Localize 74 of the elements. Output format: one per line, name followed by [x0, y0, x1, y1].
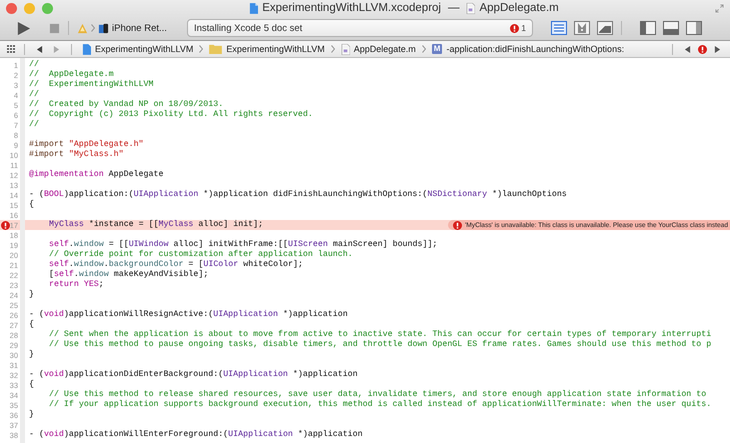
error-icon[interactable]	[698, 44, 707, 54]
breadcrumb-label: AppDelegate.m	[354, 44, 416, 54]
code-line: - (BOOL)application:(UIApplication *)application didFinishLaunchingWithOptions:(NSDictionary *)launchOptions	[29, 190, 567, 200]
next-issue-button[interactable]	[714, 46, 721, 52]
code-line: }	[29, 290, 34, 300]
breadcrumb[interactable]: M -application:didFinishLaunchingWithOptions:	[432, 44, 624, 54]
source-file-icon	[340, 44, 350, 54]
code-line: //	[29, 60, 39, 70]
code-line: //	[29, 120, 39, 130]
code-line: //	[29, 90, 39, 100]
project-file-icon	[82, 44, 91, 54]
device-icon	[98, 22, 109, 34]
code-line: return YES;	[48, 280, 104, 290]
error-icon	[510, 24, 520, 32]
code-line: MyClass *instance = [[MyClass alloc] init];	[48, 220, 264, 230]
title-separator: —	[448, 2, 460, 14]
code-line: {	[29, 200, 34, 210]
code-line: // Use this method to release shared resources, save user data, invalidate timers, and store enough application state information to	[48, 390, 706, 400]
window-title: ExperimentingWithLLVM.xcodeproj	[262, 2, 441, 14]
chevron-icon	[199, 45, 204, 53]
code-line: // Created by Vandad NP on 18/09/2013.	[29, 100, 224, 110]
issue-indicator[interactable]: 1	[510, 23, 526, 33]
code-line: // Override point for customization after application launch.	[48, 250, 353, 260]
code-line: }	[29, 350, 34, 360]
navigator-toggle[interactable]	[640, 21, 656, 35]
code-line: self.window.backgroundColor = [UIColor whiteColor];	[48, 260, 303, 270]
related-items-icon[interactable]	[6, 44, 16, 54]
chevron-icon	[91, 24, 95, 32]
previous-issue-button[interactable]	[684, 46, 691, 52]
source-file-icon	[466, 2, 476, 14]
code-line: {	[29, 320, 34, 330]
chevron-icon	[422, 45, 426, 53]
code-line: [self.window makeKeyAndVisible];	[48, 270, 208, 280]
breadcrumb-label: ExperimentingWithLLVM	[95, 44, 194, 54]
chevron-icon	[330, 45, 335, 53]
panel-icon	[640, 21, 656, 35]
error-marker-icon[interactable]	[1, 221, 10, 230]
breadcrumb[interactable]: AppDelegate.m	[340, 44, 416, 54]
editor-mode-button[interactable]	[597, 21, 613, 35]
editor-mode-button[interactable]	[551, 21, 567, 35]
run-button[interactable]	[16, 20, 31, 36]
panel-icon	[663, 21, 679, 35]
back-button[interactable]	[36, 46, 43, 52]
code-line: - (void)applicationWillResignActive:(UIApplication *)application	[29, 310, 348, 320]
code-line: self.window = [[UIWindow alloc] initWithFrame:[[UIScreen mainScreen] bounds]];	[48, 240, 438, 250]
panel-icon	[686, 21, 702, 35]
code-line: }	[29, 410, 34, 420]
folder-icon	[209, 44, 222, 54]
activity-status: Installing Xcode 5 doc set	[194, 22, 304, 34]
code-line: // Copyright (c) 2013 Pixolity Ltd. All rights reserved.	[29, 110, 313, 120]
window-title: AppDelegate.m	[479, 2, 559, 14]
code-line: // AppDelegate.m	[29, 70, 114, 80]
project-file-icon	[249, 2, 258, 14]
scheme-selector[interactable]: iPhone Ret...	[77, 22, 177, 34]
close-button[interactable]	[6, 2, 17, 14]
code-line: {	[29, 380, 34, 390]
debug-area-toggle[interactable]	[663, 21, 679, 35]
error-icon	[453, 220, 462, 230]
code-line: - (void)applicationWillEnterForeground:(UIApplication *)application	[29, 430, 363, 440]
code-line: // Sent when the application is about to move from active to inactive state. This can occur for certain types of temporary interrupti	[48, 330, 712, 340]
app-icon	[77, 22, 88, 34]
breadcrumb-label: -application:didFinishLaunchingWithOptions:	[446, 44, 624, 54]
code-line: #import "AppDelegate.h"	[29, 140, 144, 150]
method-badge: M	[432, 44, 442, 54]
breadcrumb[interactable]: ExperimentingWithLLVM	[82, 44, 194, 54]
code-line: @implementation AppDelegate	[29, 170, 164, 180]
code-line: - (void)applicationDidEnterBackground:(UIApplication *)application	[29, 370, 358, 380]
code-line: // If your application supports background execution, this method is called instead of applicationWillTerminate: when the user quits.	[48, 400, 712, 410]
lines-icon	[551, 21, 567, 35]
code-line: // ExperimentingWithLLVM	[29, 80, 154, 90]
code-line: // Use this method to pause ongoing tasks, disable timers, and throttle down OpenGL ES frame rates. Games should use this method to p	[48, 340, 712, 350]
utilities-toggle[interactable]	[686, 21, 702, 35]
code-line: #import "MyClass.h"	[29, 150, 124, 160]
diagonal-icon	[597, 21, 613, 35]
